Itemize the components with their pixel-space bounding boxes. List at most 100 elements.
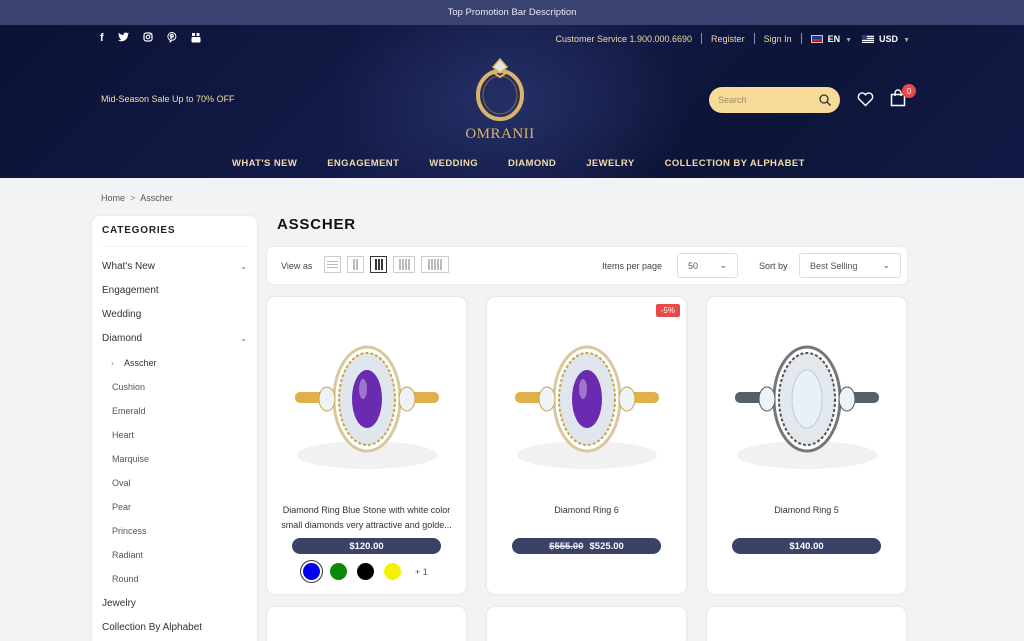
grid-4-view-button[interactable]: [393, 256, 415, 273]
search-icon[interactable]: [819, 94, 831, 106]
chevron-right-icon: ›: [111, 358, 114, 368]
category-sidebar: CATEGORIES What's New ⌄ Engagement Weddi…: [92, 216, 257, 641]
nav-whats-new[interactable]: WHAT'S NEW: [232, 158, 297, 169]
twitter-icon[interactable]: [117, 32, 129, 46]
swatch-green[interactable]: [330, 563, 347, 580]
product-card[interactable]: [707, 607, 906, 641]
breadcrumb-current: Asscher: [140, 193, 173, 203]
sidebar-item-collection-by-alphabet[interactable]: Collection By Alphabet: [102, 622, 202, 633]
nav-diamond[interactable]: DIAMOND: [508, 158, 556, 169]
product-name[interactable]: Diamond Ring 6: [495, 503, 678, 518]
wishlist-icon[interactable]: [857, 91, 874, 110]
discount-badge: -5%: [655, 304, 680, 317]
more-swatches[interactable]: + 1: [415, 567, 428, 577]
sort-by-value: Best Selling: [810, 260, 858, 271]
sidebar-item-round[interactable]: Round: [112, 574, 139, 584]
product-toolbar: View as Items per page 50 ⌄ Sort by Best …: [267, 247, 907, 284]
items-per-page-select[interactable]: 50 ⌄: [677, 253, 738, 278]
swatch-black[interactable]: [357, 563, 374, 580]
us-flag-icon: [862, 35, 875, 44]
nav-jewelry[interactable]: JEWELRY: [586, 158, 634, 169]
product-card[interactable]: -5% Diamond Ring 6 $555.00 $525.00: [487, 297, 686, 594]
main-nav: WHAT'S NEW ENGAGEMENT WEDDING DIAMOND JE…: [232, 158, 835, 169]
chevron-down-icon: ⌄: [719, 260, 727, 270]
promotion-bar: Top Promotion Bar Description: [0, 0, 1024, 25]
product-card[interactable]: Diamond Ring 5 $140.00: [707, 297, 906, 594]
product-image[interactable]: [727, 327, 887, 477]
uk-flag-icon: [810, 35, 823, 44]
divider: [701, 33, 703, 44]
page-title: ASSCHER: [277, 216, 356, 233]
old-price: $555.00: [549, 540, 584, 552]
nav-wedding[interactable]: WEDDING: [429, 158, 478, 169]
sidebar-item-marquise[interactable]: Marquise: [112, 454, 149, 464]
youtube-icon[interactable]: [191, 32, 201, 46]
product-card[interactable]: Diamond Ring Blue Stone with white color…: [267, 297, 466, 594]
search-input[interactable]: Search: [718, 95, 819, 105]
social-links: f: [100, 31, 201, 46]
sidebar-item-wedding[interactable]: Wedding: [102, 309, 141, 320]
view-as-label: View as: [281, 261, 313, 271]
site-logo[interactable]: OMRANII: [430, 55, 570, 143]
color-swatches: + 1: [303, 563, 428, 580]
language-code: EN: [827, 33, 841, 44]
language-selector[interactable]: EN ▼: [810, 33, 853, 44]
sidebar-item-jewelry[interactable]: Jewelry: [102, 598, 136, 609]
sidebar-item-whats-new[interactable]: What's New: [102, 261, 155, 272]
search-bar[interactable]: Search: [709, 87, 840, 113]
chevron-down-icon: ▼: [845, 36, 853, 44]
divider: [753, 33, 755, 44]
sort-by-label: Sort by: [759, 261, 788, 271]
product-name[interactable]: Diamond Ring 5: [715, 503, 898, 518]
product-image[interactable]: [507, 327, 667, 477]
sidebar-item-oval[interactable]: Oval: [112, 478, 131, 488]
sidebar-item-asscher[interactable]: Asscher: [124, 358, 157, 368]
product-card[interactable]: [487, 607, 686, 641]
chevron-down-icon: ▼: [903, 36, 910, 44]
sign-in-link[interactable]: Sign In: [764, 34, 792, 44]
sidebar-item-heart[interactable]: Heart: [112, 430, 134, 440]
chevron-down-icon[interactable]: ⌄: [240, 262, 247, 271]
sidebar-item-princess[interactable]: Princess: [112, 526, 147, 536]
facebook-icon[interactable]: f: [100, 32, 104, 46]
product-card[interactable]: [267, 607, 466, 641]
sidebar-item-radiant[interactable]: Radiant: [112, 550, 143, 560]
currency-code: USD: [879, 33, 899, 44]
pinterest-icon[interactable]: [167, 31, 177, 46]
grid-5-view-button[interactable]: [421, 256, 449, 273]
current-price: $525.00: [589, 540, 624, 552]
sidebar-item-pear[interactable]: Pear: [112, 502, 131, 512]
product-name[interactable]: Diamond Ring Blue Stone with white color…: [275, 503, 458, 533]
grid-3-view-button[interactable]: [370, 256, 387, 273]
sidebar-item-diamond[interactable]: Diamond: [102, 333, 142, 344]
top-utility-bar: Customer Service 1.900.000.6690 Register…: [555, 33, 910, 44]
divider: [800, 33, 802, 44]
ring-logo-icon: [476, 57, 524, 121]
instagram-icon[interactable]: [143, 32, 153, 46]
sidebar-item-emerald[interactable]: Emerald: [112, 406, 146, 416]
items-per-page-value: 50: [688, 260, 699, 271]
product-price: $120.00: [292, 538, 441, 554]
sort-by-select[interactable]: Best Selling ⌄: [799, 253, 901, 278]
product-price: $140.00: [732, 538, 881, 554]
swatch-yellow[interactable]: [384, 563, 401, 580]
sale-announcement: Mid-Season Sale Up to 70% OFF: [101, 94, 235, 104]
nav-collection-by-alphabet[interactable]: COLLECTION BY ALPHABET: [665, 158, 805, 169]
site-header: f Customer Service 1.900.000.6690 Regist…: [0, 25, 1024, 178]
cart-count-badge: 0: [902, 84, 916, 98]
currency-selector[interactable]: USD ▼: [862, 34, 910, 44]
current-price: $140.00: [789, 540, 824, 552]
list-view-button[interactable]: [324, 256, 341, 273]
chevron-down-icon: ⌄: [882, 260, 890, 270]
product-image[interactable]: [287, 327, 447, 477]
chevron-down-icon[interactable]: ⌄: [240, 334, 247, 343]
items-per-page-label: Items per page: [602, 261, 663, 271]
nav-engagement[interactable]: ENGAGEMENT: [327, 158, 399, 169]
register-link[interactable]: Register: [711, 34, 745, 44]
breadcrumb-home[interactable]: Home: [101, 193, 125, 203]
current-price: $120.00: [349, 540, 384, 552]
swatch-blue[interactable]: [303, 563, 320, 580]
sidebar-item-engagement[interactable]: Engagement: [102, 285, 159, 296]
sidebar-item-cushion[interactable]: Cushion: [112, 382, 145, 392]
grid-2-view-button[interactable]: [347, 256, 364, 273]
